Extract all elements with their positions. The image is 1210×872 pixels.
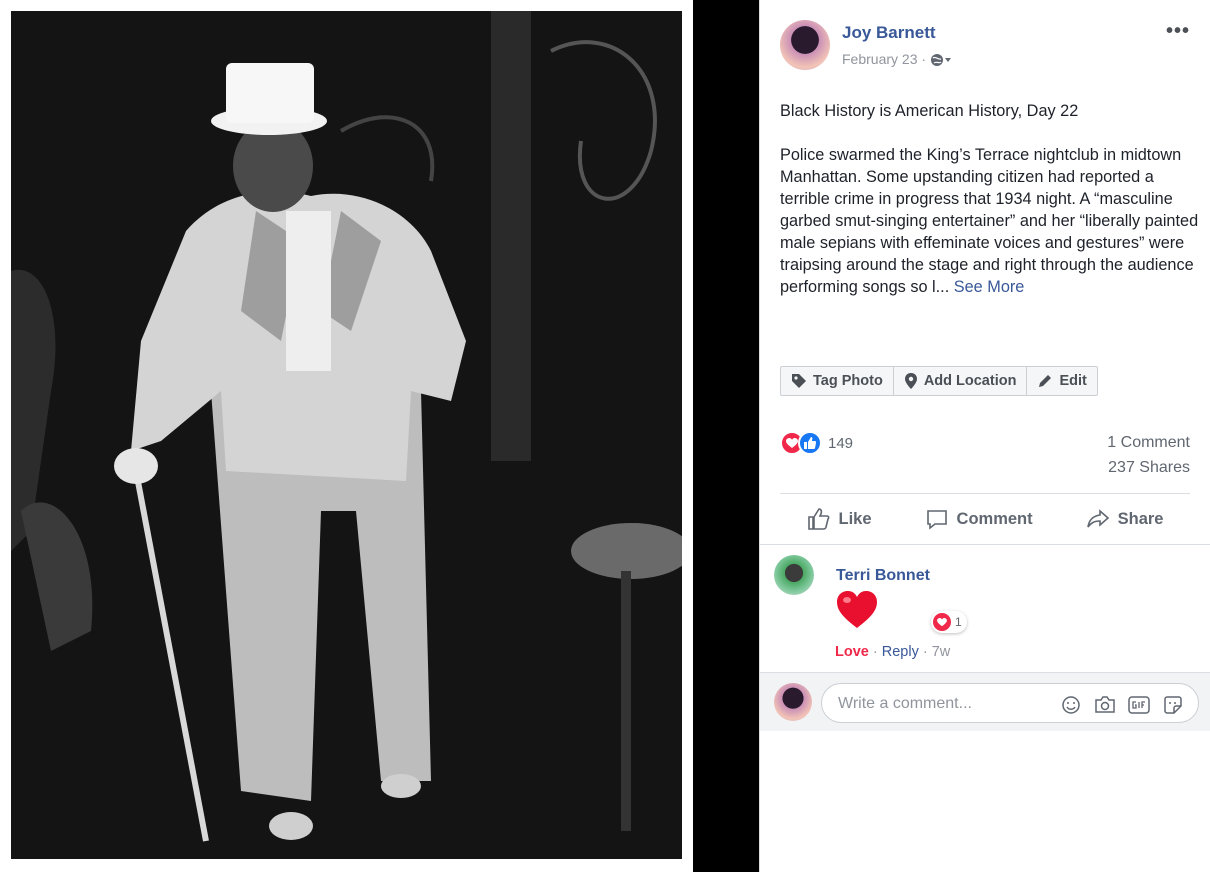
post-meta: February 23 · <box>842 51 952 70</box>
share-label: Share <box>1117 509 1164 528</box>
add-location-button[interactable]: Add Location <box>894 367 1028 395</box>
author-avatar[interactable] <box>780 20 830 70</box>
divider <box>780 493 1190 494</box>
see-more-link[interactable]: See More <box>954 278 1025 296</box>
like-button[interactable]: Like <box>807 507 872 531</box>
post-text: Black History is American History, Day 2… <box>780 100 1200 320</box>
photo-illustration <box>11 11 682 859</box>
current-user-avatar <box>774 683 812 721</box>
post-date[interactable]: February 23 <box>842 51 917 67</box>
comments-count[interactable]: 1 Comment <box>1107 434 1190 452</box>
camera-icon[interactable] <box>1094 694 1116 716</box>
share-button[interactable]: Share <box>1086 507 1164 531</box>
reaction-count[interactable]: 149 <box>828 435 853 452</box>
reaction-summary[interactable]: 149 <box>780 431 853 455</box>
post-paragraph-1: Black History is American History, Day 2… <box>780 102 1079 120</box>
smiley-icon[interactable] <box>1060 694 1082 716</box>
comment-item: Terri Bonnet 1 Love · Reply · 7w <box>760 545 1210 672</box>
lightbox-gutter <box>693 0 759 872</box>
love-reaction-icon <box>933 613 951 631</box>
meta-separator: · <box>872 644 878 660</box>
post-paragraph-2-text: Police swarmed the King’s Terrace nightc… <box>780 146 1199 296</box>
comment-label: Comment <box>956 509 1033 528</box>
comment-composer <box>760 673 1210 731</box>
edit-label: Edit <box>1059 373 1087 389</box>
globe-icon[interactable] <box>930 53 952 70</box>
commenter-name[interactable]: Terri Bonnet <box>836 567 930 585</box>
post-actions: Like Comment Share <box>780 500 1190 538</box>
share-arrow-icon <box>1086 509 1109 528</box>
meta-separator: · <box>921 51 927 67</box>
tag-photo-label: Tag Photo <box>813 373 883 389</box>
post-side-panel: Joy Barnett February 23 · ••• Black Hist… <box>759 0 1210 872</box>
thumbs-up-icon <box>807 508 829 530</box>
edit-button[interactable]: Edit <box>1027 367 1096 395</box>
photo-toolbar: Tag Photo Add Location Edit <box>780 366 1098 396</box>
add-location-label: Add Location <box>923 373 1017 389</box>
tag-icon <box>792 374 806 388</box>
like-reaction-icon <box>798 431 822 455</box>
comment-button[interactable]: Comment <box>925 507 1033 531</box>
photo-pane <box>0 0 693 872</box>
comment-reaction-count: 1 <box>955 615 962 629</box>
like-label: Like <box>838 509 872 528</box>
comment-input[interactable] <box>836 692 1050 716</box>
post-photo[interactable] <box>11 11 682 859</box>
composer-icons <box>1060 694 1184 716</box>
pencil-icon <box>1039 375 1052 387</box>
love-reaction-link[interactable]: Love <box>835 644 869 660</box>
comment-age[interactable]: 7w <box>932 644 951 660</box>
shares-count[interactable]: 237 Shares <box>1108 459 1190 477</box>
gif-icon[interactable] <box>1128 694 1150 716</box>
commenter-avatar[interactable] <box>774 555 814 595</box>
tag-photo-button[interactable]: Tag Photo <box>781 367 894 395</box>
author-name[interactable]: Joy Barnett <box>842 23 936 43</box>
sticker-icon[interactable] <box>1162 694 1184 716</box>
post-paragraph-2: Police swarmed the King’s Terrace nightc… <box>780 144 1200 298</box>
location-pin-icon <box>904 373 917 389</box>
reply-link[interactable]: Reply <box>882 644 919 660</box>
more-options-icon[interactable]: ••• <box>1166 20 1190 43</box>
comment-reaction-badge[interactable]: 1 <box>931 611 967 633</box>
comment-meta: Love · Reply · 7w <box>835 644 950 660</box>
comment-box[interactable] <box>821 683 1199 723</box>
meta-separator: · <box>922 644 928 660</box>
comment-icon <box>926 510 947 530</box>
heart-emoji-icon <box>836 591 878 634</box>
